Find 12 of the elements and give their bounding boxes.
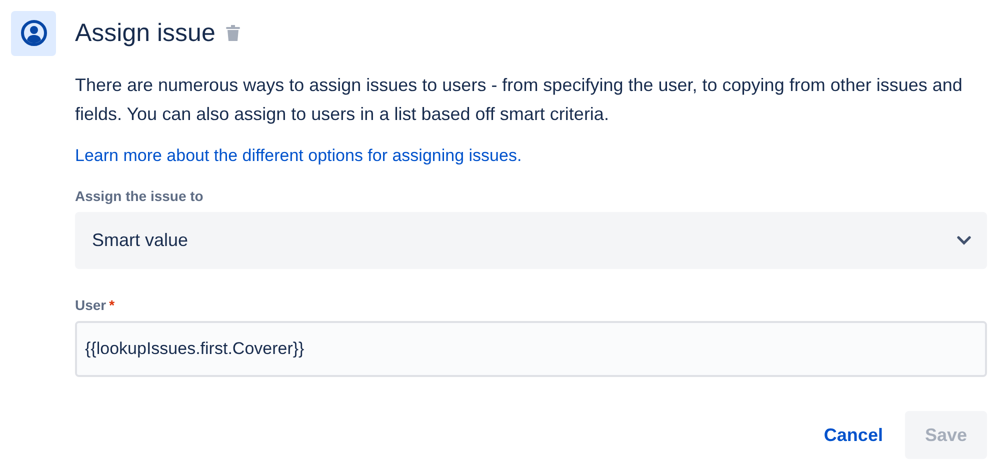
panel-title: Assign issue [75,18,216,48]
description-text: There are numerous ways to assign issues to users - from specifying the user, to copying from other issues and fields. You can also assign to users in a list based off smart criteria. [75,74,964,126]
user-icon [20,19,48,47]
chevron-down-icon [957,236,971,245]
cancel-button[interactable]: Cancel [824,411,883,459]
required-mark: * [109,297,115,313]
trash-icon[interactable] [226,25,240,41]
field-label: Assign the issue to [75,188,204,204]
assign-select[interactable]: Smart value [75,212,987,269]
field-label: User [75,297,106,313]
learn-more-link[interactable]: Learn more about the different options for assigning issues. [75,146,522,166]
user-input-field[interactable]: {{lookupIssues.first.Coverer}} [75,321,987,377]
